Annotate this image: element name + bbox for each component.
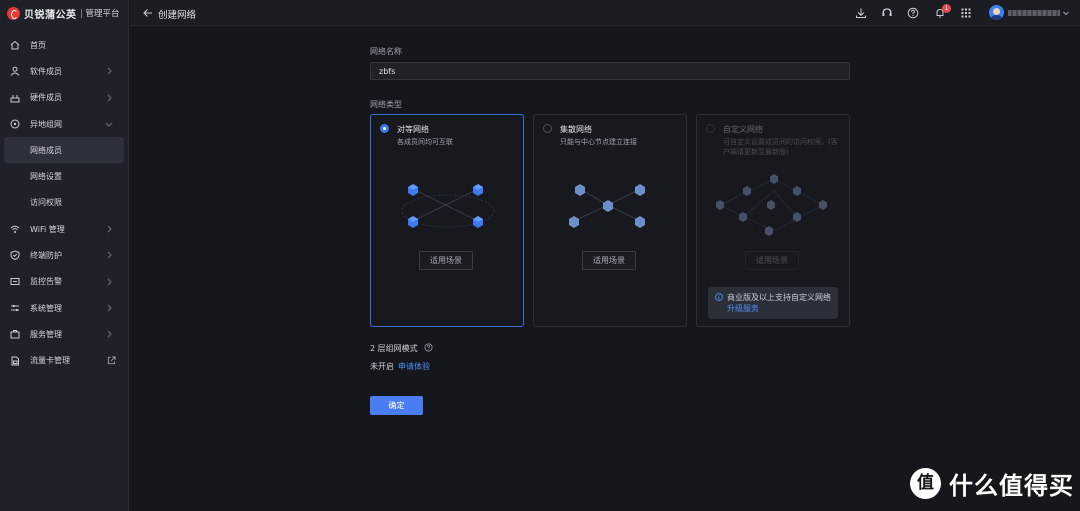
download-icon[interactable] [855, 7, 867, 19]
chevron-right-icon [107, 225, 112, 233]
layer2-mode-label: 2 层组网模式 [370, 344, 418, 353]
notification-badge: 1 [942, 4, 951, 13]
sidebar-item-label: 监控告警 [30, 277, 62, 287]
confirm-button[interactable]: 确定 [370, 396, 423, 415]
sidebar-item-software-members[interactable]: 软件成员 [0, 58, 128, 84]
back-arrow-icon[interactable] [142, 7, 154, 19]
network-type-label: 网络类型 [370, 100, 402, 109]
chevron-right-icon [107, 252, 112, 259]
hub-network-diagram [569, 184, 645, 228]
wifi-icon [10, 225, 20, 234]
chevron-down-icon[interactable] [1062, 9, 1070, 17]
brand-logo-icon [7, 6, 20, 20]
upgrade-service-link[interactable]: 升级服务 [727, 304, 759, 313]
network-type-radio [706, 124, 715, 133]
sliders-icon [11, 304, 19, 311]
sidebar-item-label: 流量卡管理 [30, 356, 70, 366]
network-type-card-hub[interactable]: 集散网络 只能与中心节点建立连接 适用场景 [533, 114, 687, 327]
chevron-right-icon [107, 330, 112, 338]
upgrade-notice: 商业版及以上支持自定义网络 升级服务 [708, 287, 838, 319]
brand-logo[interactable]: 贝锐蒲公英 管理平台 [0, 0, 128, 26]
sidebar-item-label: 软件成员 [30, 66, 62, 76]
info-icon [715, 293, 723, 301]
use-case-button[interactable]: 适用场景 [419, 251, 473, 270]
help-icon[interactable] [424, 343, 433, 352]
peer-network-diagram [401, 184, 495, 228]
sidebar-item-label: 首页 [30, 40, 46, 50]
chevron-right-icon [107, 304, 112, 312]
sidebar-item-label: 终端防护 [30, 251, 62, 261]
sidebar-item-label: WiFi 管理 [30, 224, 65, 234]
sidebar-item-network-settings[interactable]: 网络设置 [0, 163, 128, 189]
help-icon[interactable] [907, 7, 919, 19]
sim-card-icon [11, 356, 19, 366]
home-icon [10, 40, 20, 50]
layer2-mode-status: 未开启 [370, 362, 394, 371]
network-icon [10, 119, 20, 129]
brand-subtitle: 管理平台 [85, 9, 120, 19]
sidebar: 贝锐蒲公英 管理平台 首页 软件成员 硬件成员 异地组网 网络成员 网络设置 访… [0, 0, 129, 511]
network-type-card-custom: 自定义网络 可自定义设置成员间的访问权限。(客户端请更新至最新版) 适用场景 商… [696, 114, 850, 327]
network-type-desc: 只能与中心节点建立连接 [560, 138, 637, 146]
briefcase-icon [10, 330, 20, 339]
sidebar-item-hardware-members[interactable]: 硬件成员 [0, 85, 128, 111]
chevron-down-icon [105, 122, 113, 127]
sidebar-item-label: 服务管理 [30, 329, 62, 339]
page-title: 创建网络 [158, 10, 197, 21]
sidebar-item-home[interactable]: 首页 [0, 32, 128, 58]
router-icon [10, 94, 20, 103]
shield-icon [10, 250, 20, 261]
sidebar-menu: 首页 软件成员 硬件成员 异地组网 网络成员 网络设置 访问权限 WiFi 管理… [0, 32, 128, 374]
use-case-button: 适用场景 [745, 251, 799, 270]
network-type-title: 自定义网络 [723, 125, 763, 134]
sidebar-item-access-rights[interactable]: 访问权限 [0, 190, 128, 216]
sidebar-item-terminal-protection[interactable]: 终端防护 [0, 242, 128, 268]
username-blurred[interactable] [1008, 10, 1060, 16]
brand-divider [80, 8, 82, 18]
external-link-icon [107, 356, 116, 364]
network-type-desc: 可自定义设置成员间的访问权限。(客户端请更新至最新版) [723, 138, 838, 156]
network-type-desc: 各成员间均可互联 [397, 138, 453, 146]
user-icon [10, 66, 20, 77]
network-type-radio[interactable] [543, 124, 552, 133]
custom-network-diagram [716, 174, 827, 236]
watermark-text: 什么值得买 [949, 472, 1074, 500]
network-type-title: 集散网络 [560, 125, 592, 134]
sidebar-item-sim-card-management[interactable]: 流量卡管理 [0, 348, 128, 374]
apps-grid-icon[interactable] [960, 7, 972, 19]
sidebar-item-service-management[interactable]: 服务管理 [0, 321, 128, 347]
sidebar-item-network-members[interactable]: 网络成员 [4, 137, 124, 164]
network-type-radio[interactable] [380, 124, 389, 133]
sidebar-item-label: 系统管理 [30, 303, 62, 313]
sidebar-item-remote-network[interactable]: 异地组网 [0, 111, 128, 137]
sidebar-item-label: 访问权限 [30, 198, 62, 208]
app-window: 贝锐蒲公英 管理平台 首页 软件成员 硬件成员 异地组网 网络成员 网络设置 访… [0, 0, 1080, 511]
layer2-mode-status-row: 未开启 申请体验 [370, 361, 430, 372]
watermark: 什么值得买 [910, 466, 1074, 501]
sidebar-item-label: 异地组网 [30, 119, 62, 129]
sidebar-item-monitoring-alerts[interactable]: 监控告警 [0, 269, 128, 295]
chevron-right-icon [107, 278, 112, 286]
network-type-title: 对等网络 [397, 125, 429, 134]
support-headset-icon[interactable] [881, 7, 893, 19]
sidebar-item-system-management[interactable]: 系统管理 [0, 295, 128, 321]
apply-trial-link[interactable]: 申请体验 [398, 362, 430, 371]
network-name-label: 网络名称 [370, 47, 402, 56]
sidebar-item-wifi[interactable]: WiFi 管理 [0, 216, 128, 242]
chevron-right-icon [107, 67, 112, 75]
user-avatar[interactable] [989, 5, 1004, 20]
use-case-button[interactable]: 适用场景 [582, 251, 636, 270]
watermark-logo [910, 468, 941, 499]
notice-text: 商业版及以上支持自定义网络 [727, 293, 831, 302]
brand-name: 贝锐蒲公英 [24, 9, 77, 21]
monitor-icon [10, 277, 20, 285]
network-name-input[interactable]: zbfs [370, 62, 850, 80]
chevron-right-icon [107, 94, 112, 101]
sidebar-item-label: 网络设置 [30, 172, 62, 182]
sidebar-item-label: 网络成员 [30, 145, 62, 155]
sidebar-item-label: 硬件成员 [30, 93, 62, 103]
network-type-card-peer[interactable]: 对等网络 各成员间均可互联 适用场景 [370, 114, 524, 327]
